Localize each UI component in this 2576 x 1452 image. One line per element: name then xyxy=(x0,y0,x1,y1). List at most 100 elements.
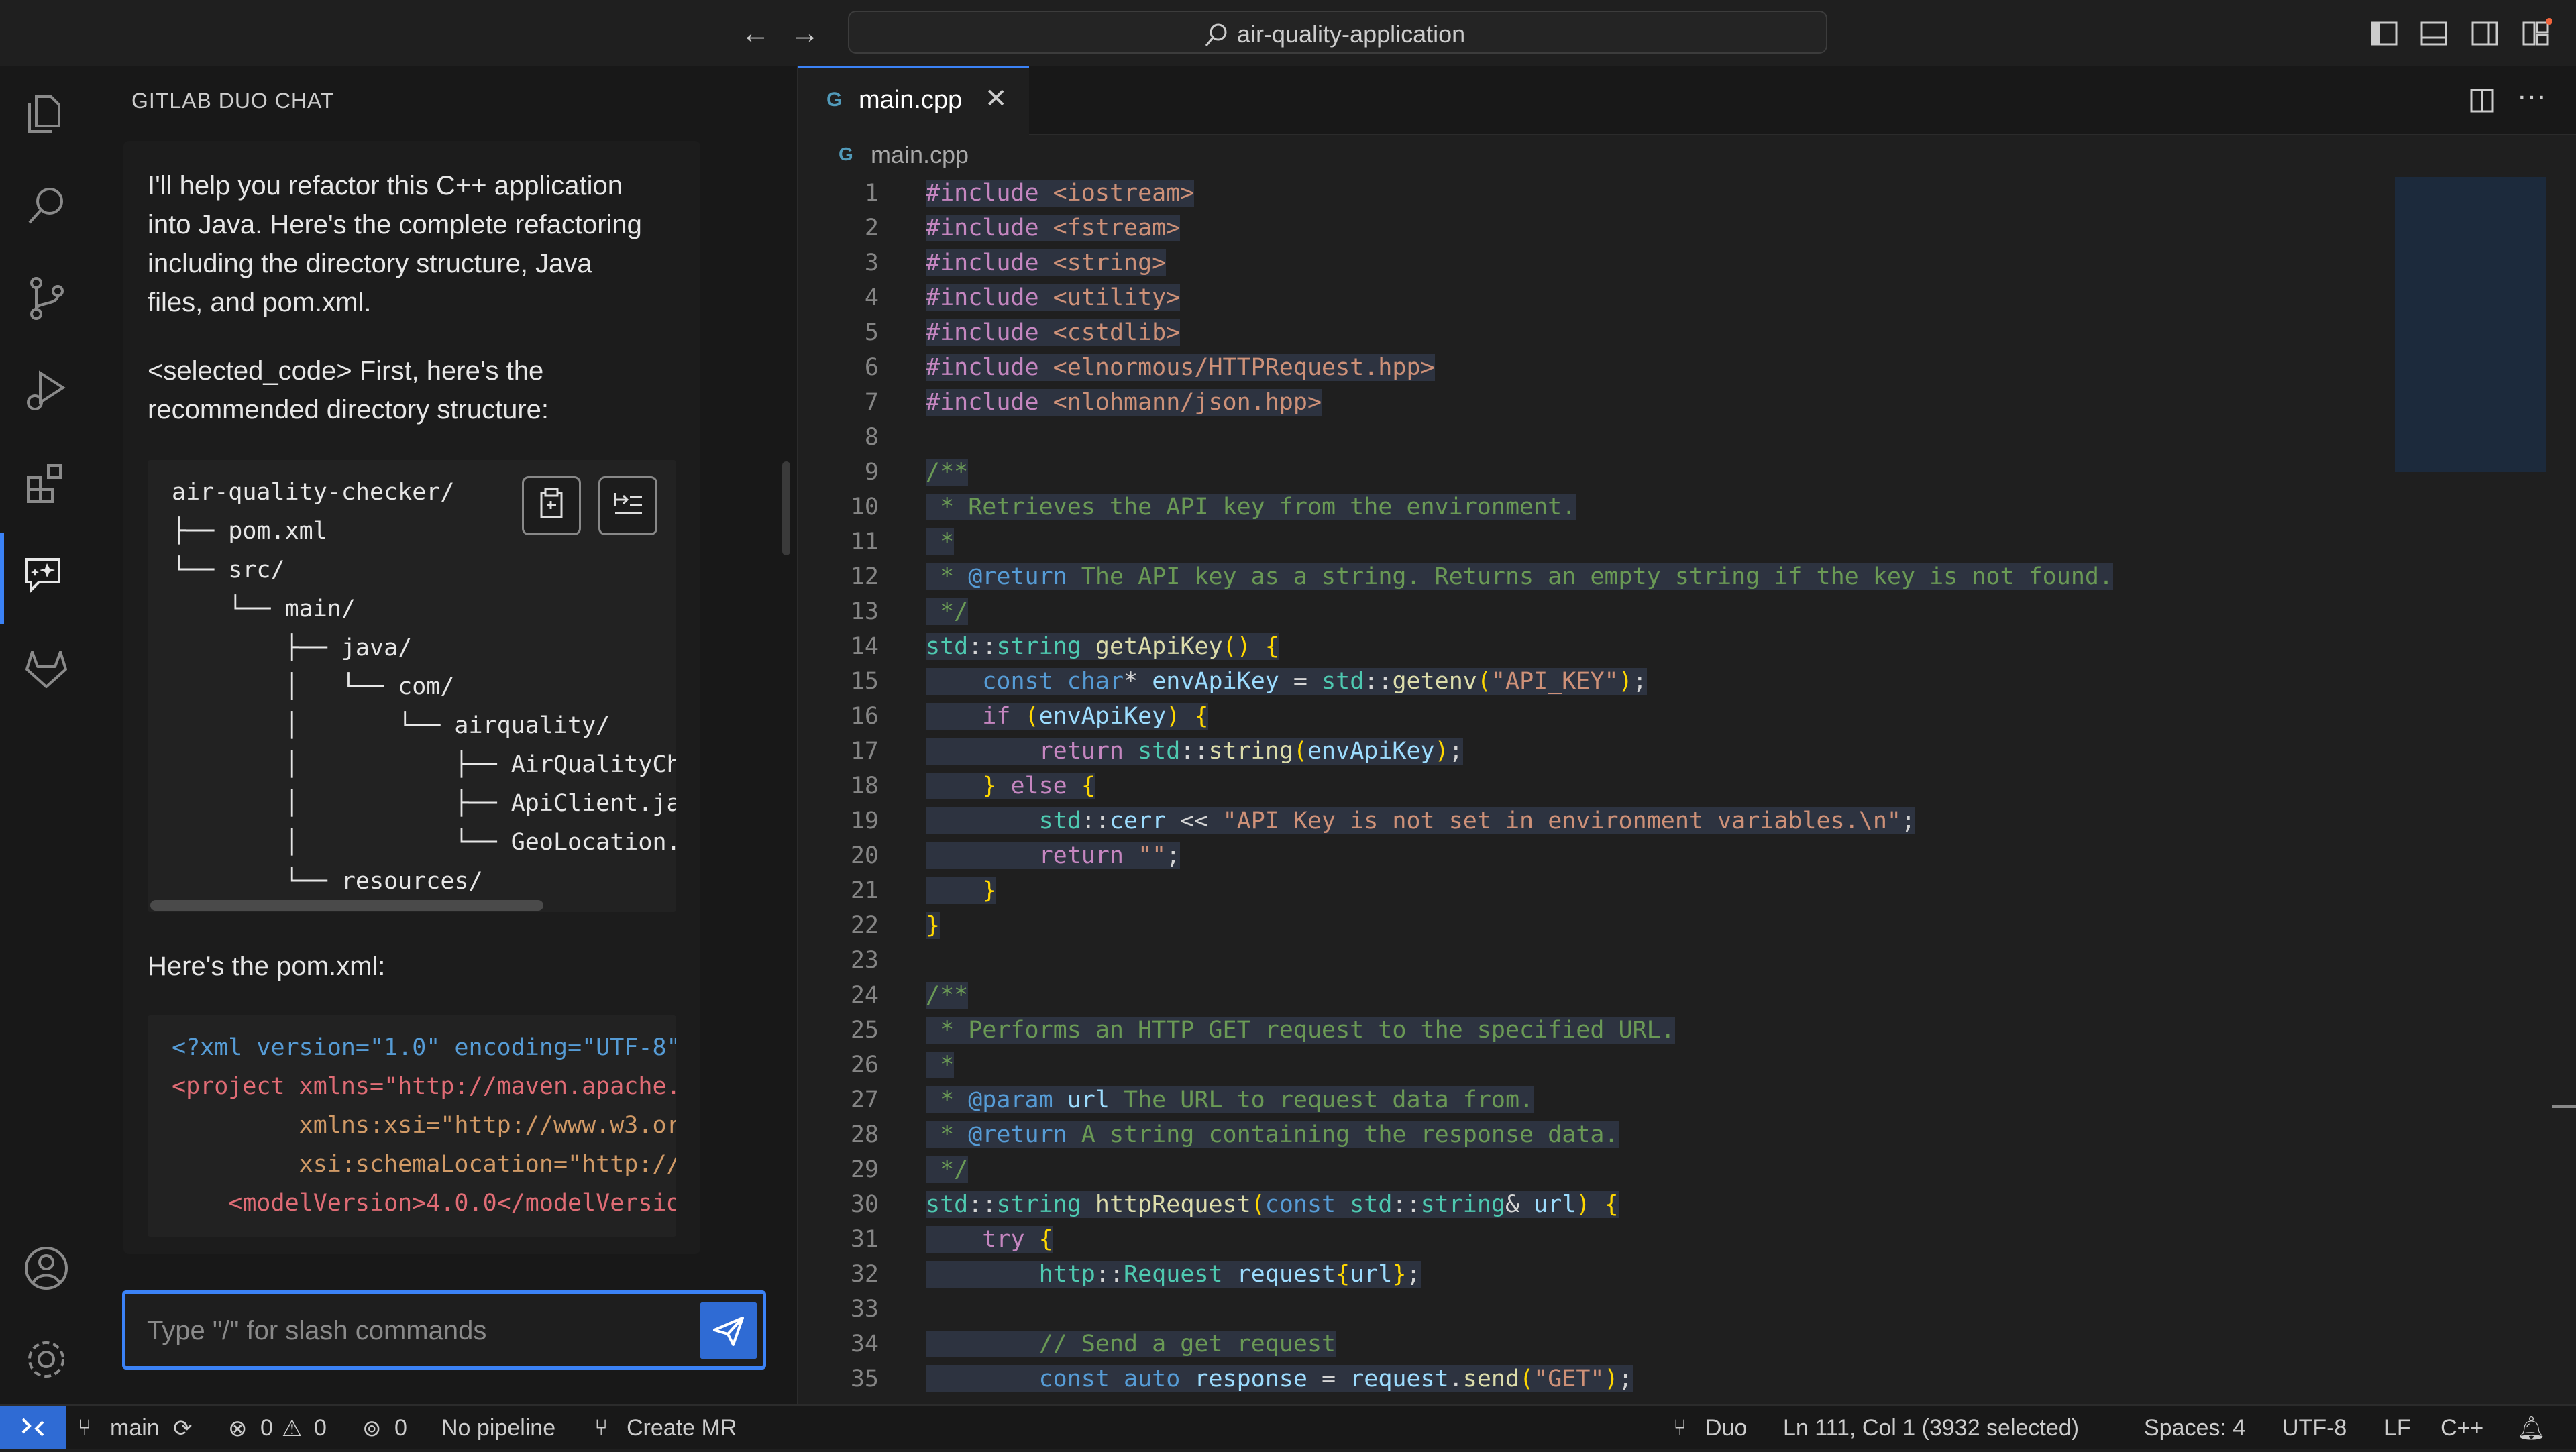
tree-line: ├── pom.xml xyxy=(172,518,327,545)
warning-count[interactable]: 0 xyxy=(314,1415,327,1441)
error-count[interactable]: 0 xyxy=(260,1415,273,1441)
tree-line: └── src/ xyxy=(172,557,285,583)
xml-line: <project xmlns="http://maven.apache. xyxy=(172,1073,676,1100)
chat-selected-paragraph: <selected_code> First, here's the recomm… xyxy=(148,351,684,429)
cpp-file-icon: G xyxy=(826,89,843,111)
tab-main-cpp[interactable]: G main.cpp ✕ xyxy=(798,66,1029,135)
line-number: 9 xyxy=(864,459,879,486)
ports-count[interactable]: 0 xyxy=(394,1415,407,1441)
xml-line: xmlns:xsi="http://www.w3.or xyxy=(172,1112,676,1139)
close-icon[interactable]: ✕ xyxy=(985,83,1008,114)
line-number: 28 xyxy=(850,1121,879,1148)
line-number: 14 xyxy=(850,633,879,660)
code-line: #include <cstdlib> xyxy=(926,319,1181,346)
encoding[interactable]: UTF-8 xyxy=(2282,1415,2347,1441)
codeblock-horizontal-scrollbar[interactable] xyxy=(150,900,543,911)
sync-icon[interactable]: ⟳ xyxy=(173,1415,193,1442)
minimap[interactable] xyxy=(2395,177,2546,472)
line-number: 11 xyxy=(850,528,879,555)
line-number: 13 xyxy=(850,598,879,625)
branch-name[interactable]: main xyxy=(110,1415,160,1441)
bell-icon[interactable]: 🔔︎ xyxy=(2517,1415,2546,1442)
code-line: return std::string(envApiKey); xyxy=(926,738,1463,765)
line-number: 27 xyxy=(850,1086,879,1113)
code-line: http::Request request{url}; xyxy=(926,1261,1421,1288)
run-debug-icon[interactable] xyxy=(20,365,72,417)
more-actions-icon[interactable]: ··· xyxy=(2517,79,2546,113)
pom-xml-codeblock: <?xml version="1.0" encoding="UTF-8" <pr… xyxy=(148,1015,676,1237)
chat-input-box[interactable] xyxy=(122,1290,766,1370)
code-line: #include <fstream> xyxy=(926,215,1181,241)
line-number: 15 xyxy=(850,668,879,695)
settings-gear-icon[interactable] xyxy=(20,1333,72,1386)
chat-scrollbar[interactable] xyxy=(782,461,790,555)
line-number: 20 xyxy=(850,842,879,869)
code-line: */ xyxy=(926,1156,969,1183)
search-label: air-quality-application xyxy=(1237,20,1466,48)
remote-indicator[interactable] xyxy=(0,1406,66,1449)
code-line: * @return A string containing the respon… xyxy=(926,1121,1619,1148)
toggle-primary-sidebar-icon[interactable] xyxy=(2368,17,2400,50)
line-number: 17 xyxy=(850,738,879,765)
account-icon[interactable] xyxy=(20,1242,72,1294)
line-number: 18 xyxy=(850,773,879,799)
line-number: 7 xyxy=(864,389,879,416)
tab-label: main.cpp xyxy=(859,86,963,114)
clipboard-icon xyxy=(540,488,563,518)
pom-intro-text: Here's the pom.xml: xyxy=(148,952,386,981)
line-number: 10 xyxy=(850,494,879,520)
toggle-secondary-sidebar-icon[interactable] xyxy=(2469,17,2501,50)
duo-status[interactable]: Duo xyxy=(1705,1415,1747,1441)
send-button[interactable] xyxy=(700,1302,757,1359)
line-number: 19 xyxy=(850,807,879,834)
indentation[interactable]: Spaces: 4 xyxy=(2144,1415,2245,1441)
line-number: 34 xyxy=(850,1331,879,1357)
code-line: #include <string> xyxy=(926,249,1167,276)
chat-panel-title: GITLAB DUO CHAT xyxy=(131,89,335,113)
create-mr-button[interactable]: Create MR xyxy=(627,1415,737,1441)
copy-code-button[interactable] xyxy=(522,476,581,535)
line-number: 24 xyxy=(850,982,879,1009)
line-ending[interactable]: LF xyxy=(2384,1415,2411,1441)
command-center-search[interactable]: air-quality-application xyxy=(848,11,1827,54)
toggle-panel-icon[interactable] xyxy=(2418,17,2450,50)
insert-snippet-icon xyxy=(614,493,642,514)
line-number: 29 xyxy=(850,1156,879,1183)
language-mode[interactable]: C++ xyxy=(2440,1415,2483,1441)
line-number: 26 xyxy=(850,1052,879,1078)
cpp-file-icon: G xyxy=(839,144,853,164)
chat-text-line: recommended directory structure: xyxy=(148,395,549,425)
code-line: #include <iostream> xyxy=(926,180,1195,207)
cursor-position[interactable]: Ln 111, Col 1 (3932 selected) xyxy=(1783,1415,2079,1441)
line-number: 2 xyxy=(864,215,879,241)
chat-input[interactable] xyxy=(146,1294,672,1367)
line-number: 4 xyxy=(864,284,879,311)
tree-line: │ ├── AirQualityCh xyxy=(172,751,676,778)
duo-chat-icon[interactable] xyxy=(20,549,72,601)
search-icon[interactable] xyxy=(20,180,72,232)
pipeline-status[interactable]: No pipeline xyxy=(441,1415,555,1441)
activity-bar xyxy=(0,66,93,1404)
search-icon xyxy=(1205,23,1227,46)
duo-icon: ⑂ xyxy=(1673,1415,1687,1441)
line-number: 1 xyxy=(864,180,879,207)
split-editor-icon[interactable] xyxy=(2469,87,2496,114)
extensions-icon[interactable] xyxy=(20,457,72,510)
line-number: 6 xyxy=(864,354,879,381)
arrow-left-icon[interactable]: ← xyxy=(737,15,774,52)
gitlab-icon[interactable] xyxy=(20,643,72,695)
breadcrumb[interactable]: main.cpp xyxy=(871,141,969,169)
code-line: } xyxy=(926,912,941,939)
code-line: /** xyxy=(926,459,969,486)
source-control-icon[interactable] xyxy=(20,272,72,325)
code-line: * Retrieves the API key from the environ… xyxy=(926,494,1576,520)
explorer-icon[interactable] xyxy=(20,87,72,139)
arrow-right-icon[interactable]: → xyxy=(786,15,824,52)
chat-text-line: I'll help you refactor this C++ applicat… xyxy=(148,171,623,201)
chat-text-line: <selected_code> First, here's the xyxy=(148,356,544,386)
code-line: /** xyxy=(926,982,969,1009)
code-line: // Send a get request xyxy=(926,1331,1336,1357)
customize-layout-icon[interactable] xyxy=(2520,17,2552,50)
insert-code-button[interactable] xyxy=(598,476,657,535)
